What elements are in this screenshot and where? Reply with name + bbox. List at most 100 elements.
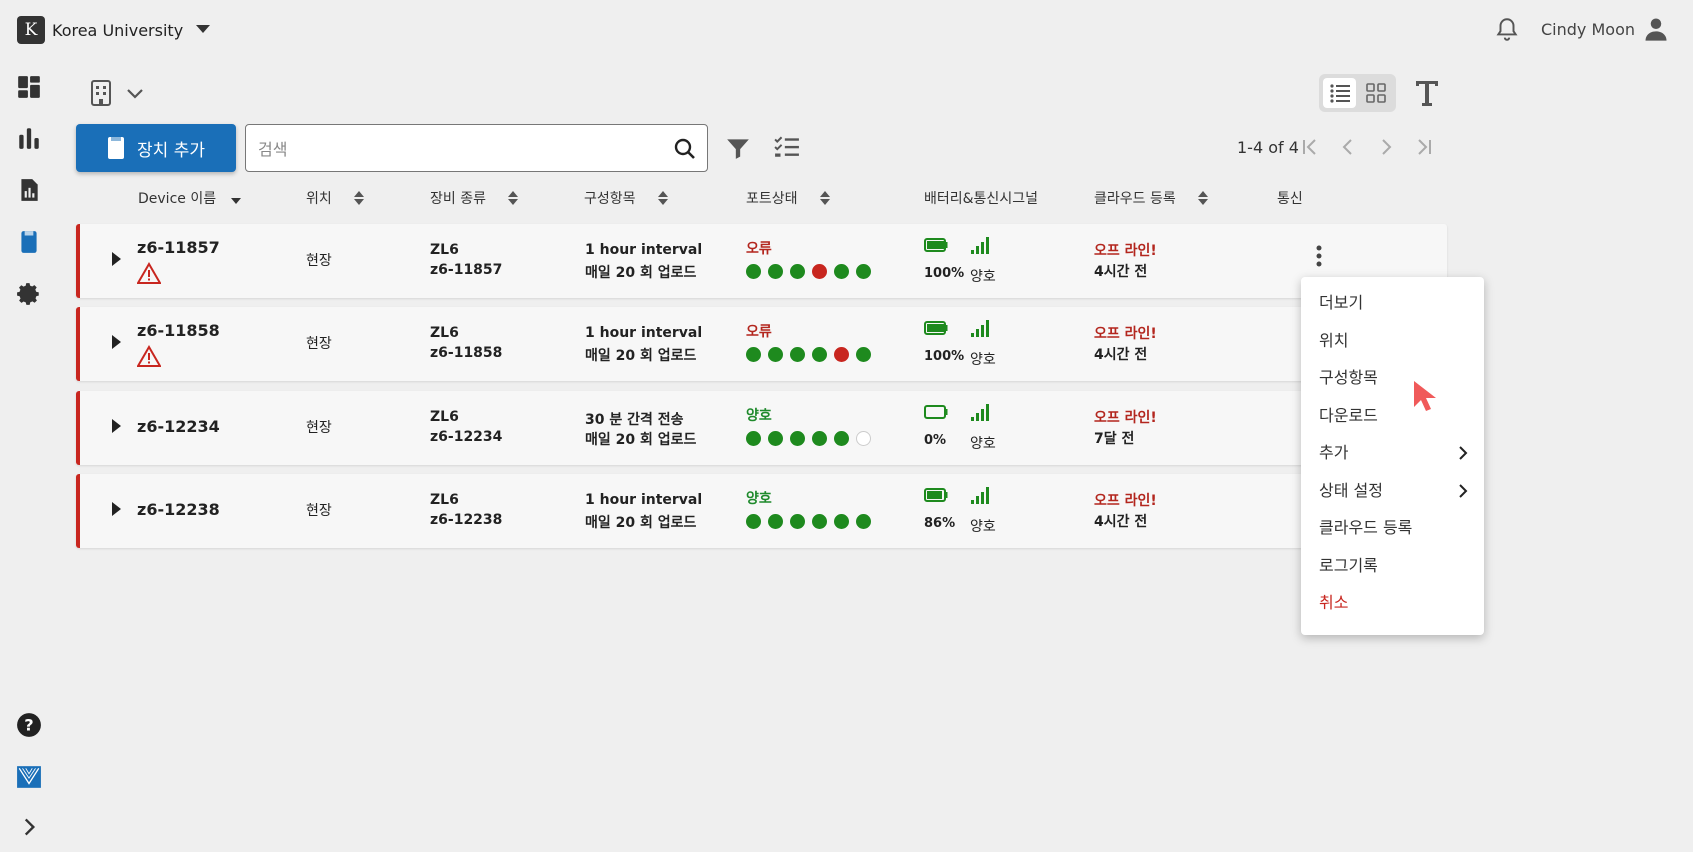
filter-icon[interactable] <box>725 135 751 161</box>
sort-icon <box>819 191 830 205</box>
cloud-last-seen: 7달 전 <box>1094 431 1135 447</box>
col-header-location[interactable]: 위치 <box>306 188 364 208</box>
port-status-dot <box>768 514 783 529</box>
col-header-port-status[interactable]: 포트상태 <box>746 188 830 208</box>
device-name[interactable]: z6-11858 <box>137 321 220 340</box>
report-icon[interactable] <box>16 177 42 203</box>
port-status-dot <box>746 347 761 362</box>
expand-row-icon[interactable] <box>112 335 121 349</box>
port-status-dots <box>746 431 878 446</box>
cloud-status: 오프 라인! <box>1094 493 1157 509</box>
expand-row-icon[interactable] <box>112 252 121 266</box>
list-view-button[interactable] <box>1323 78 1356 108</box>
last-page-icon[interactable] <box>1413 136 1435 158</box>
table-row[interactable]: z6-11857 현장 ZL6 z6-11857 1 hour interval 매일 2… <box>76 224 1447 298</box>
port-status-label: 오류 <box>746 324 772 340</box>
expand-row-icon[interactable] <box>112 419 121 433</box>
checklist-icon[interactable] <box>774 134 800 160</box>
battery-percent: 100% <box>924 349 965 364</box>
menu-item[interactable]: 다운로드 <box>1319 403 1469 429</box>
first-page-icon[interactable] <box>1299 136 1321 158</box>
building-icon[interactable] <box>89 80 113 106</box>
menu-item[interactable]: 위치 <box>1319 328 1469 354</box>
menu-item-label: 로그기록 <box>1319 555 1378 575</box>
menu-item[interactable]: 로그기록 <box>1319 553 1469 579</box>
previous-page-icon[interactable] <box>1337 136 1359 158</box>
org-logo: K <box>17 16 45 44</box>
equipment-type: ZL6 <box>430 325 459 341</box>
port-status-dot <box>790 514 805 529</box>
more-options-icon[interactable] <box>1315 244 1323 268</box>
battery-icon <box>924 488 948 502</box>
org-switcher[interactable]: K Korea University <box>17 15 183 45</box>
user-avatar-icon[interactable] <box>1642 15 1670 43</box>
battery-percent: 0% <box>924 433 947 448</box>
cloud-last-seen: 4시간 전 <box>1094 514 1148 530</box>
device-name[interactable]: z6-12234 <box>137 417 220 436</box>
equipment-id: z6-11858 <box>430 345 503 361</box>
expand-row-icon[interactable] <box>112 502 121 516</box>
next-page-icon[interactable] <box>1375 136 1397 158</box>
port-status-dot <box>812 264 827 279</box>
help-icon[interactable]: ? <box>16 712 42 738</box>
text-size-icon[interactable] <box>1413 76 1441 108</box>
menu-item-label: 구성항목 <box>1319 368 1378 387</box>
notification-bell-icon[interactable] <box>1494 16 1520 42</box>
settings-gear-icon[interactable] <box>16 281 42 307</box>
search-icon[interactable] <box>673 137 697 161</box>
equipment-type: ZL6 <box>430 409 459 425</box>
menu-item[interactable]: 클라우드 등록 <box>1319 515 1469 541</box>
table-row[interactable]: z6-12234 현장 ZL6 z6-12234 30 분 간격 전송 매일 20 회 업… <box>76 391 1447 465</box>
user-name[interactable]: Cindy Moon <box>1541 20 1635 39</box>
port-status-dot <box>834 347 849 362</box>
org-name: Korea University <box>52 20 184 40</box>
menu-item[interactable]: 상태 설정 <box>1319 478 1469 504</box>
list-view-icon <box>1329 84 1350 103</box>
menu-item[interactable]: 취소 <box>1319 590 1469 616</box>
device-name[interactable]: z6-11857 <box>137 238 220 257</box>
col-header-cloud[interactable]: 클라우드 등록 <box>1094 188 1208 208</box>
expand-sidebar-icon[interactable] <box>16 814 42 840</box>
building-chevron-down-icon[interactable] <box>124 84 146 102</box>
table-row[interactable]: z6-12238 현장 ZL6 z6-12238 1 hour interval 매일 2… <box>76 474 1447 548</box>
equipment-id: z6-12234 <box>430 429 503 445</box>
port-status-label: 오류 <box>746 241 772 257</box>
org-dropdown-caret-icon[interactable] <box>196 25 210 33</box>
config-interval: 1 hour interval <box>585 325 703 341</box>
config-upload: 매일 20 회 업로드 <box>585 348 697 364</box>
battery-icon <box>924 238 948 252</box>
port-status-dot <box>812 347 827 362</box>
col-header-equipment-type[interactable]: 장비 종류 <box>430 188 518 208</box>
device-icon[interactable] <box>16 229 42 255</box>
menu-item[interactable]: 구성항목 <box>1319 365 1469 391</box>
port-status-dot <box>768 264 783 279</box>
device-name[interactable]: z6-12238 <box>137 500 220 519</box>
add-device-button[interactable]: 장치 추가 <box>76 124 236 172</box>
grid-view-button[interactable] <box>1359 78 1392 108</box>
port-status-dot <box>856 347 871 362</box>
menu-item[interactable]: 더보기 <box>1319 290 1469 316</box>
context-menu: 더보기위치구성항목다운로드추가상태 설정클라우드 등록로그기록취소 <box>1301 277 1484 635</box>
search-input[interactable] <box>258 135 658 163</box>
device-add-icon <box>108 137 125 159</box>
table-row[interactable]: z6-11858 현장 ZL6 z6-11858 1 hour interval 매일 2… <box>76 307 1447 381</box>
menu-item[interactable]: 추가 <box>1319 440 1469 466</box>
sort-icon <box>657 191 668 205</box>
dashboard-icon[interactable] <box>16 74 42 100</box>
bar-chart-icon[interactable] <box>16 125 42 151</box>
signal-status: 양호 <box>970 352 996 368</box>
port-status-dot <box>746 264 761 279</box>
col-header-config[interactable]: 구성항목 <box>584 188 668 208</box>
col-header-device-name[interactable]: Device 이름 <box>138 188 242 208</box>
menu-item-label: 클라우드 등록 <box>1319 518 1413 537</box>
port-status-dot <box>856 431 871 446</box>
pagination-label: 1-4 of 4 <box>1237 138 1299 157</box>
equipment-id: z6-12238 <box>430 512 503 528</box>
warning-icon <box>137 262 161 284</box>
svg-text:?: ? <box>24 715 33 734</box>
signal-status: 양호 <box>970 519 996 535</box>
device-location: 현장 <box>306 420 332 436</box>
signal-strength-icon <box>971 404 989 421</box>
brand-logo-icon <box>17 766 41 788</box>
port-status-dot <box>812 514 827 529</box>
